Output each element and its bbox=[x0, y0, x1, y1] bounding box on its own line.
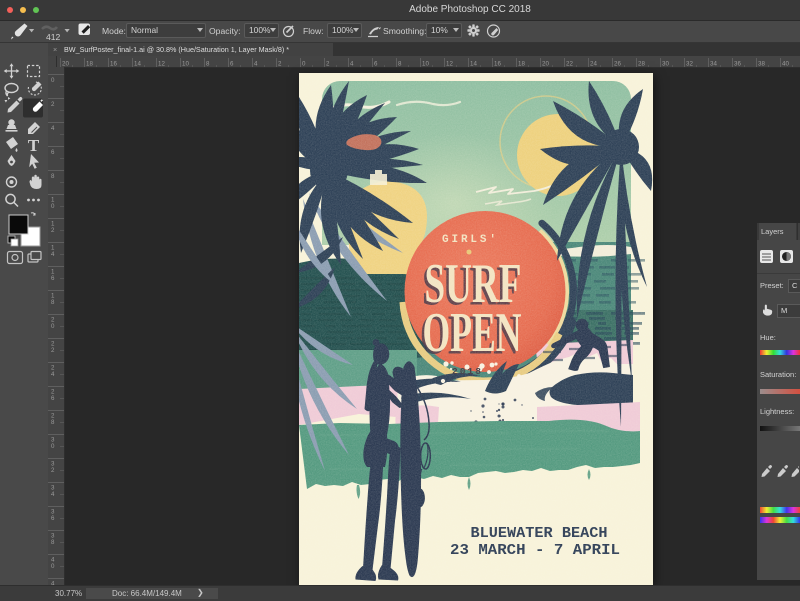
svg-text:32: 32 bbox=[686, 61, 693, 68]
svg-text:8: 8 bbox=[51, 299, 55, 306]
svg-text:0: 0 bbox=[302, 61, 306, 68]
svg-text:6: 6 bbox=[51, 275, 55, 282]
svg-text:22: 22 bbox=[566, 61, 573, 68]
svg-text:8: 8 bbox=[206, 61, 210, 68]
svg-text:20: 20 bbox=[542, 61, 549, 68]
svg-text:6: 6 bbox=[374, 61, 378, 68]
svg-text:4: 4 bbox=[51, 251, 55, 258]
svg-text:14: 14 bbox=[470, 61, 477, 68]
svg-text:38: 38 bbox=[758, 61, 765, 68]
svg-text:4: 4 bbox=[51, 125, 55, 132]
svg-text:8: 8 bbox=[51, 539, 55, 546]
svg-text:12: 12 bbox=[446, 61, 453, 68]
svg-text:10: 10 bbox=[422, 61, 429, 68]
svg-text:26: 26 bbox=[614, 61, 621, 68]
svg-text:6: 6 bbox=[51, 149, 55, 156]
svg-text:0: 0 bbox=[51, 77, 55, 84]
svg-text:24: 24 bbox=[590, 61, 597, 68]
svg-text:34: 34 bbox=[710, 61, 717, 68]
svg-text:12: 12 bbox=[158, 61, 165, 68]
svg-text:2: 2 bbox=[51, 101, 55, 108]
svg-text:8: 8 bbox=[51, 419, 55, 426]
svg-text:2: 2 bbox=[326, 61, 330, 68]
svg-text:2: 2 bbox=[51, 227, 55, 234]
svg-text:6: 6 bbox=[230, 61, 234, 68]
svg-text:2: 2 bbox=[278, 61, 282, 68]
svg-text:16: 16 bbox=[494, 61, 501, 68]
svg-text:6: 6 bbox=[51, 395, 55, 402]
svg-text:0: 0 bbox=[51, 323, 55, 330]
svg-text:8: 8 bbox=[51, 173, 55, 180]
svg-text:30: 30 bbox=[662, 61, 669, 68]
svg-text:4: 4 bbox=[51, 371, 55, 378]
svg-text:36: 36 bbox=[734, 61, 741, 68]
svg-text:16: 16 bbox=[110, 61, 117, 68]
svg-text:18: 18 bbox=[518, 61, 525, 68]
svg-text:8: 8 bbox=[398, 61, 402, 68]
svg-text:40: 40 bbox=[782, 61, 789, 68]
svg-text:10: 10 bbox=[182, 61, 189, 68]
svg-text:2: 2 bbox=[51, 347, 55, 354]
svg-text:0: 0 bbox=[51, 563, 55, 570]
svg-text:2: 2 bbox=[51, 467, 55, 474]
svg-text:18: 18 bbox=[86, 61, 93, 68]
svg-text:4: 4 bbox=[254, 61, 258, 68]
svg-text:14: 14 bbox=[134, 61, 141, 68]
svg-text:4: 4 bbox=[51, 491, 55, 498]
svg-text:T: T bbox=[28, 136, 40, 155]
svg-text:6: 6 bbox=[51, 515, 55, 522]
svg-text:0: 0 bbox=[51, 203, 55, 210]
svg-text:0: 0 bbox=[51, 443, 55, 450]
svg-text:4: 4 bbox=[350, 61, 354, 68]
svg-text:28: 28 bbox=[638, 61, 645, 68]
